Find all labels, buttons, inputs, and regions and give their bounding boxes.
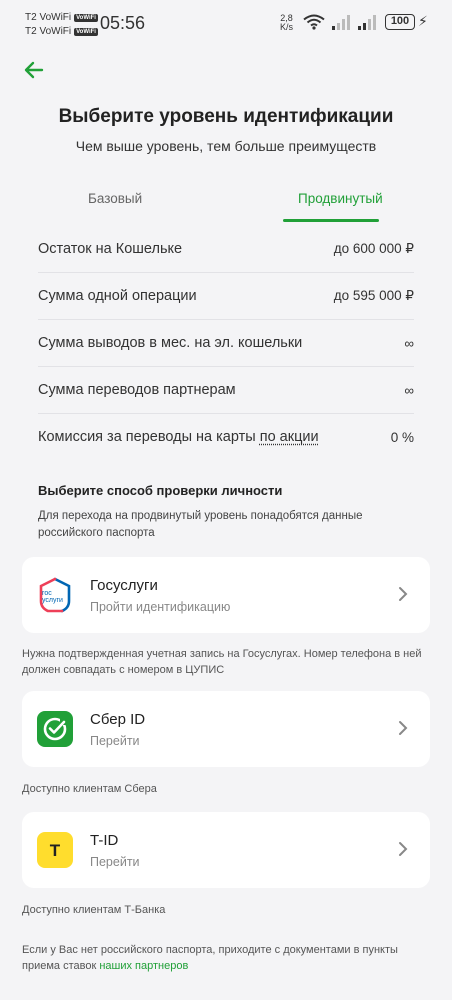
vowifi-badge: VoWiFi [74,14,98,22]
chevron-right-icon [399,587,408,601]
limit-value: до 600 000 ₽ [333,241,414,256]
charging-icon: ⚡ [418,13,428,29]
method-name: Госуслуги [90,577,158,594]
t-bank-logo-icon: Т [37,832,73,868]
limit-label: Сумма переводов партнерам [38,382,236,398]
limit-row: Сумма переводов партнерам ∞ [38,367,414,414]
method-subtitle: Перейти [90,734,140,748]
page-title: Выберите уровень идентификации [58,106,394,127]
chevron-right-icon [399,721,408,735]
signal-icon [358,15,376,30]
t-bank-note: Доступно клиентам Т-Банка [22,904,166,916]
gosuslugi-logo-icon: гос услуги [39,577,71,613]
limit-label: Комиссия за переводы на карты [38,429,260,445]
carrier-info: T2 VoWiFi VoWiFi T2 VoWiFi VoWiFi [25,11,98,39]
limit-label: Сумма одной операции [38,288,197,304]
limit-row: Остаток на Кошельке до 600 000 ₽ [38,226,414,273]
t-bank-logo-text: Т [50,841,61,860]
sber-note: Доступно клиентам Сбера [22,783,157,795]
status-bar: T2 VoWiFi VoWiFi T2 VoWiFi VoWiFi 05:56 2,… [0,0,452,48]
footer-note: Если у Вас нет российского паспорта, при… [22,942,432,974]
partners-link[interactable]: наших партнеров [99,960,188,972]
method-subtitle: Пройти идентификацию [90,600,231,614]
verify-section-title: Выберите способ проверки личности [38,483,283,498]
wifi-icon [303,14,325,30]
limit-label: Остаток на Кошельке [38,241,183,257]
method-name: Сбер ID [90,711,146,728]
gosuslugi-card[interactable]: гос услуги Госуслуги Пройти идентификаци… [22,557,430,633]
carrier-1: T2 VoWiFi [25,12,72,23]
sber-id-card[interactable]: Сбер ID Перейти [22,691,430,767]
page-subtitle: Чем выше уровень, тем больше преимуществ [75,138,377,154]
limit-label-commission: Комиссия за переводы на карты по акции [38,429,319,445]
back-arrow-icon[interactable] [22,58,46,82]
gosuslugi-logo-text1: гос [42,590,52,597]
tab-basic[interactable]: Базовый [88,191,142,206]
method-subtitle: Перейти [90,855,140,869]
method-name: T-ID [90,832,119,849]
verify-section-description: Для перехода на продвинутый уровень пона… [38,510,363,539]
tab-advanced[interactable]: Продвинутый [298,191,383,206]
promo-link[interactable]: по акции [260,429,319,445]
limit-value: до 595 000 ₽ [333,288,414,303]
limit-value: ∞ [404,382,414,398]
vowifi-badge: VoWiFi [74,28,98,36]
network-speed-unit: K/s [280,22,294,32]
limit-row: Сумма одной операции до 595 000 ₽ [38,273,414,320]
limit-value: 0 % [390,429,414,445]
signal-icon [332,15,350,30]
limit-row: Комиссия за переводы на карты по акции 0… [38,414,414,460]
sber-logo-icon [37,711,73,747]
gosuslugi-logo-text2: услуги [42,597,63,604]
active-tab-indicator [283,219,379,222]
battery-indicator: 100 [385,14,415,30]
limit-label: Сумма выводов в мес. на эл. кошельки [38,335,303,351]
limit-value: ∞ [404,335,414,351]
footer-text: Если у Вас нет российского паспорта, при… [22,944,401,972]
clock: 05:56 [100,13,146,33]
gosuslugi-note: Нужна подтвержденная учетная запись на Г… [22,648,422,676]
network-speed: 2,8 K/s [280,14,293,32]
limit-row: Сумма выводов в мес. на эл. кошельки ∞ [38,320,414,367]
carrier-2: T2 VoWiFi [25,26,72,37]
chevron-right-icon [399,842,408,856]
limits-list: Остаток на Кошельке до 600 000 ₽ Сумма о… [38,226,414,460]
t-id-card[interactable]: Т T-ID Перейти [22,812,430,888]
